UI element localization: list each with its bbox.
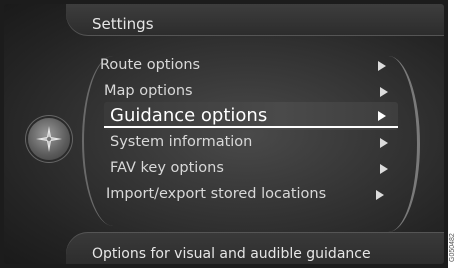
- image-code: G050482: [448, 218, 457, 264]
- menu-item-label: FAV key options: [110, 160, 224, 176]
- option-description: Options for visual and audible guidance: [92, 246, 371, 262]
- menu-item-label: System information: [110, 134, 253, 150]
- arrow-right-icon: [380, 164, 388, 174]
- page-title: Settings: [92, 15, 154, 33]
- image-code-text: G050482: [449, 233, 456, 262]
- arrow-right-icon: [376, 190, 384, 200]
- arrow-right-icon: [378, 61, 386, 71]
- navigation-screen-frame: Settings Route options Map options Guida…: [0, 0, 448, 268]
- menu-item-import-export-stored-locations[interactable]: Import/export stored locations: [106, 182, 396, 206]
- menu-item-label: Route options: [100, 57, 201, 73]
- menu-item-route-options[interactable]: Route options: [100, 53, 390, 77]
- selection-underline: [104, 126, 398, 128]
- arrow-right-icon: [380, 87, 388, 97]
- compass-icon[interactable]: [28, 118, 70, 160]
- menu-item-label: Import/export stored locations: [106, 186, 327, 202]
- arrow-right-icon: [380, 138, 388, 148]
- menu-item-system-information[interactable]: System information: [110, 130, 400, 154]
- menu-item-map-options[interactable]: Map options: [104, 79, 394, 103]
- navigation-screen: Settings Route options Map options Guida…: [4, 4, 444, 264]
- menu-item-fav-key-options[interactable]: FAV key options: [110, 156, 400, 180]
- arrow-right-icon: [378, 111, 386, 121]
- menu-item-label: Map options: [104, 83, 193, 99]
